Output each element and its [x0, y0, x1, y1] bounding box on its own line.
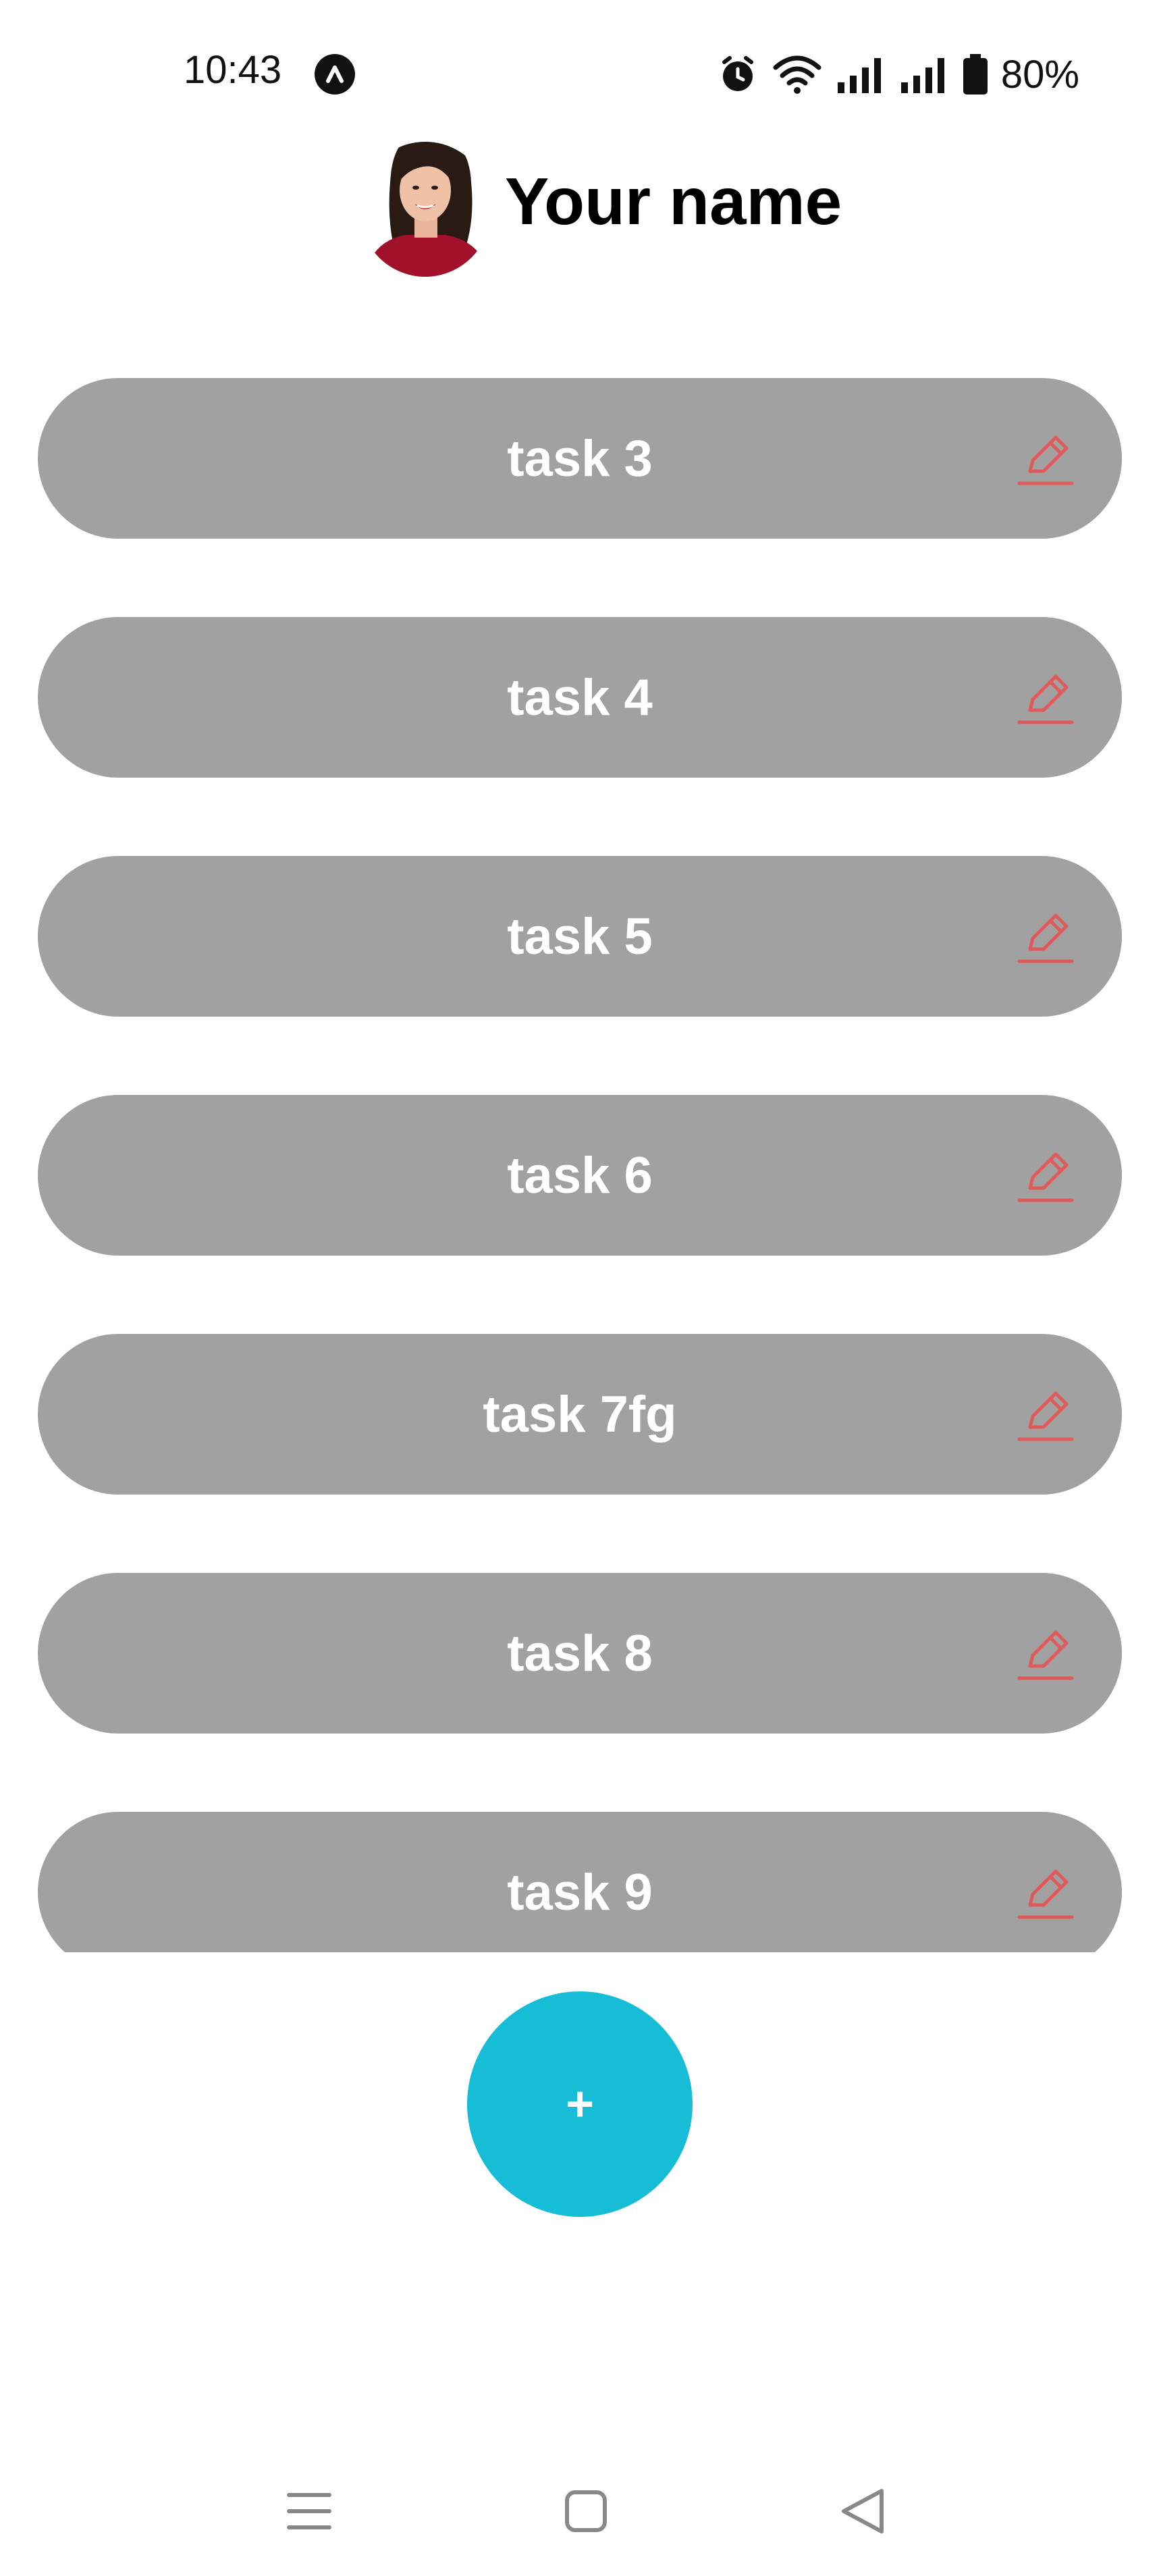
- edit-icon[interactable]: [1017, 1864, 1075, 1923]
- edit-icon[interactable]: [1017, 431, 1075, 489]
- status-icons: 80%: [716, 47, 1079, 101]
- status-time: 10:43: [184, 48, 282, 92]
- task-item[interactable]: task 3: [38, 378, 1122, 539]
- profile-name: Your name: [505, 164, 842, 238]
- edit-icon[interactable]: [1017, 1148, 1075, 1206]
- task-item[interactable]: task 9: [38, 1812, 1122, 1952]
- signal-icon: [900, 58, 944, 93]
- battery-percentage: 80%: [1000, 52, 1079, 97]
- edit-icon[interactable]: [1017, 670, 1075, 728]
- task-item[interactable]: task 8: [38, 1573, 1122, 1734]
- task-item[interactable]: task 5: [38, 856, 1122, 1017]
- task-item[interactable]: task 6: [38, 1095, 1122, 1256]
- menu-icon[interactable]: [269, 2471, 350, 2552]
- wifi-icon: [773, 55, 821, 94]
- battery-icon: [963, 54, 988, 95]
- home-icon[interactable]: [545, 2471, 626, 2552]
- task-item[interactable]: task 7fg: [38, 1334, 1122, 1495]
- task-list[interactable]: task 3 task 4 task 5 task 6 task 7fg tas…: [0, 378, 1159, 1952]
- edit-icon[interactable]: [1017, 909, 1075, 967]
- alarm-icon: [722, 56, 753, 91]
- task-label: task 3: [507, 429, 653, 487]
- task-label: task 5: [507, 907, 653, 965]
- task-label: task 9: [507, 1863, 653, 1921]
- app-screen: 10:43 80% Your name task 3 task 4 task 5…: [0, 0, 1159, 2576]
- status-bar: 10:43 80%: [0, 0, 1159, 149]
- task-label: task 7fg: [483, 1385, 677, 1443]
- back-icon[interactable]: [822, 2471, 903, 2552]
- task-item[interactable]: task 4: [38, 617, 1122, 778]
- profile-header: Your name: [0, 128, 1159, 284]
- system-nav-bar: [0, 2444, 1159, 2576]
- signal-icon: [837, 58, 881, 93]
- task-label: task 6: [507, 1146, 653, 1204]
- task-label: task 8: [507, 1624, 653, 1682]
- add-task-button[interactable]: +: [467, 1991, 693, 2217]
- edit-icon[interactable]: [1017, 1387, 1075, 1445]
- task-label: task 4: [507, 668, 653, 726]
- app-notification-icon: [315, 54, 355, 95]
- edit-icon[interactable]: [1017, 1626, 1075, 1684]
- avatar[interactable]: [358, 128, 493, 277]
